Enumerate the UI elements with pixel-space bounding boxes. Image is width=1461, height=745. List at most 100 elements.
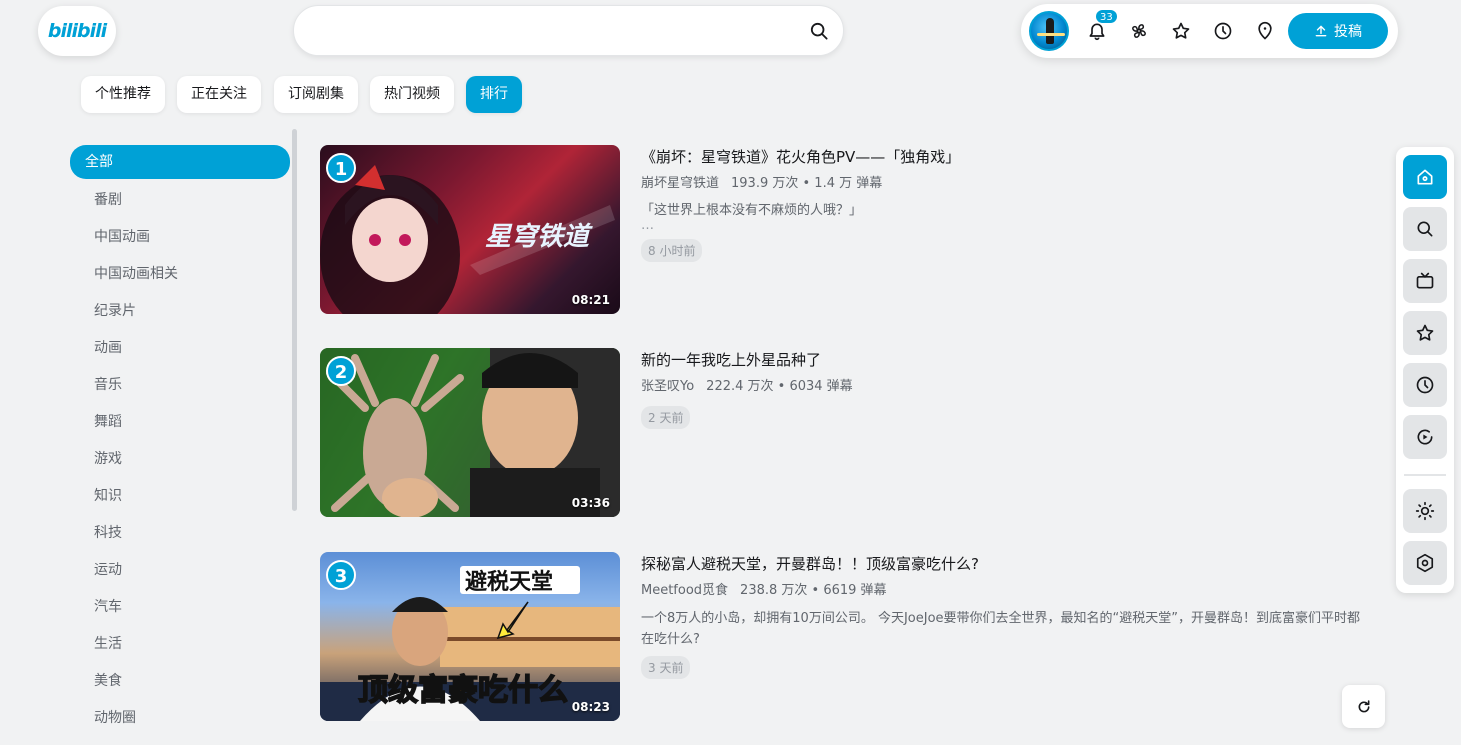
- video-duration: 08:21: [571, 293, 610, 307]
- thumb-text-top: 避税天堂: [465, 569, 553, 595]
- category-item[interactable]: 汽车: [70, 589, 290, 626]
- thumb-text-bottom: 顶级富豪吃什么: [358, 673, 568, 708]
- category-item[interactable]: 番剧: [70, 182, 290, 219]
- dynamic-button[interactable]: [1127, 19, 1151, 43]
- history-button[interactable]: [1211, 19, 1235, 43]
- video-author[interactable]: 崩坏星穹铁道: [641, 176, 719, 191]
- search-button[interactable]: [807, 19, 831, 43]
- video-info: 新的一年我吃上外星品种了 张圣叹Yo 222.4 万次 • 6034 弹幕 2 天…: [641, 348, 1361, 429]
- video-title[interactable]: 探秘富人避税天堂，开曼群岛！！顶级富豪吃什么?: [641, 552, 1361, 576]
- video-description-more: …: [641, 218, 654, 233]
- video-description: 一个8万人的小岛，却拥有10万间公司。 今天JoeJoe要带你们去全世界，最知名…: [641, 611, 1360, 647]
- upload-icon: [1315, 25, 1327, 37]
- sidebar-divider: [1404, 474, 1446, 476]
- video-stats: 193.9 万次 • 1.4 万 弹幕: [731, 176, 883, 191]
- category-list: 全部 番剧 中国动画 中国动画相关 纪录片 动画 音乐 舞蹈 游戏 知识 科技 …: [70, 145, 290, 737]
- tab-subscribed-series[interactable]: 订阅剧集: [274, 76, 358, 113]
- video-meta: 张圣叹Yo 222.4 万次 • 6034 弹幕: [641, 378, 1361, 396]
- settings-button[interactable]: [1403, 541, 1447, 585]
- clock-icon: [1416, 376, 1434, 394]
- avatar-figure: [1046, 18, 1054, 44]
- gear-icon: [1416, 553, 1434, 573]
- category-item[interactable]: 游戏: [70, 441, 290, 478]
- theme-toggle-button[interactable]: [1403, 489, 1447, 533]
- watch-later-button[interactable]: [1403, 415, 1447, 459]
- star-icon: [1416, 324, 1434, 341]
- favorites-nav-button[interactable]: [1403, 311, 1447, 355]
- video-author[interactable]: 张圣叹Yo: [641, 379, 694, 394]
- video-thumbnail[interactable]: 星穹铁道 1 08:21: [320, 145, 620, 314]
- category-item[interactable]: 中国动画: [70, 219, 290, 256]
- search-nav-button[interactable]: [1403, 207, 1447, 251]
- home-icon: [1417, 169, 1433, 185]
- replay-icon: [1417, 429, 1433, 445]
- tab-popular[interactable]: 热门视频: [370, 76, 454, 113]
- category-item[interactable]: 舞蹈: [70, 404, 290, 441]
- search-bar[interactable]: [293, 5, 844, 56]
- category-item[interactable]: 知识: [70, 478, 290, 515]
- video-description: 「这世界上根本没有不麻烦的人哦？」 …: [641, 201, 1361, 233]
- fan-icon: [1132, 24, 1146, 38]
- home-button[interactable]: [1403, 155, 1447, 199]
- search-input[interactable]: [314, 18, 794, 44]
- star-icon: [1172, 22, 1190, 39]
- video-info: 《崩坏：星穹铁道》花火角色PV——「独角戏」 崩坏星穹铁道 193.9 万次 • …: [641, 145, 1361, 262]
- category-item[interactable]: 动物圈: [70, 700, 290, 737]
- category-item[interactable]: 科技: [70, 515, 290, 552]
- thumbnail-artwork: 星穹铁道: [320, 165, 615, 314]
- category-item[interactable]: 动画: [70, 330, 290, 367]
- anime-button[interactable]: [1403, 259, 1447, 303]
- video-duration: 03:36: [571, 496, 610, 510]
- header-actions: 33 投稿: [1021, 4, 1398, 58]
- video-thumbnail[interactable]: 2 03:36: [320, 348, 620, 517]
- thumbnail-artwork: [320, 348, 620, 517]
- creative-center-button[interactable]: [1253, 19, 1277, 43]
- video-meta: 崩坏星穹铁道 193.9 万次 • 1.4 万 弹幕: [641, 175, 1361, 193]
- category-item[interactable]: 中国动画相关: [70, 256, 290, 293]
- video-stats: 222.4 万次 • 6034 弹幕: [706, 379, 853, 394]
- history-nav-button[interactable]: [1403, 363, 1447, 407]
- category-item[interactable]: 纪录片: [70, 293, 290, 330]
- category-scrollbar[interactable]: [292, 129, 297, 511]
- tab-ranking[interactable]: 排行: [466, 76, 522, 113]
- clock-icon: [1214, 22, 1232, 40]
- video-publish-time: 2 天前: [641, 406, 691, 429]
- refresh-button[interactable]: [1342, 685, 1385, 728]
- category-item[interactable]: 运动: [70, 552, 290, 589]
- tv-icon: [1416, 272, 1434, 289]
- thumbnail-artwork: 避税天堂 顶级富豪吃什么: [320, 566, 620, 721]
- sun-icon: [1415, 501, 1435, 521]
- video-thumbnail[interactable]: 避税天堂 顶级富豪吃什么 3 08:23: [320, 552, 620, 721]
- tab-following[interactable]: 正在关注: [177, 76, 261, 113]
- logo-text: bilibili: [47, 20, 107, 42]
- search-icon: [1417, 221, 1433, 237]
- video-publish-time: 8 小时前: [641, 239, 703, 262]
- tab-recommend[interactable]: 个性推荐: [81, 76, 165, 113]
- bilibili-logo[interactable]: bilibili: [38, 6, 116, 56]
- category-item[interactable]: 生活: [70, 626, 290, 663]
- favorites-button[interactable]: [1169, 19, 1193, 43]
- video-title[interactable]: 《崩坏：星穹铁道》花火角色PV——「独角戏」: [641, 145, 1361, 169]
- notification-badge: 33: [1095, 9, 1118, 24]
- video-publish-time: 3 天前: [641, 656, 691, 679]
- video-meta: Meetfood觅食 238.8 万次 • 6619 弹幕: [641, 582, 1361, 600]
- location-icon: [1258, 21, 1272, 40]
- video-duration: 08:23: [571, 700, 610, 714]
- video-stats: 238.8 万次 • 6619 弹幕: [740, 583, 887, 598]
- rank-badge: 1: [326, 153, 356, 183]
- video-description-text: 「这世界上根本没有不麻烦的人哦？」: [641, 203, 863, 218]
- video-info: 探秘富人避税天堂，开曼群岛！！顶级富豪吃什么? Meetfood觅食 238.8 …: [641, 552, 1361, 679]
- rank-badge: 2: [326, 356, 356, 386]
- upload-button[interactable]: 投稿: [1288, 13, 1388, 49]
- category-all[interactable]: 全部: [70, 145, 290, 179]
- category-item[interactable]: 音乐: [70, 367, 290, 404]
- quick-nav-panel: [1396, 147, 1454, 593]
- search-icon: [810, 22, 828, 40]
- avatar-caption: [1037, 33, 1065, 36]
- category-item[interactable]: 美食: [70, 663, 290, 700]
- refresh-icon: [1358, 699, 1369, 712]
- upload-label: 投稿: [1334, 24, 1362, 40]
- video-author[interactable]: Meetfood觅食: [641, 583, 728, 598]
- video-title[interactable]: 新的一年我吃上外星品种了: [641, 348, 1361, 372]
- avatar[interactable]: [1029, 11, 1069, 51]
